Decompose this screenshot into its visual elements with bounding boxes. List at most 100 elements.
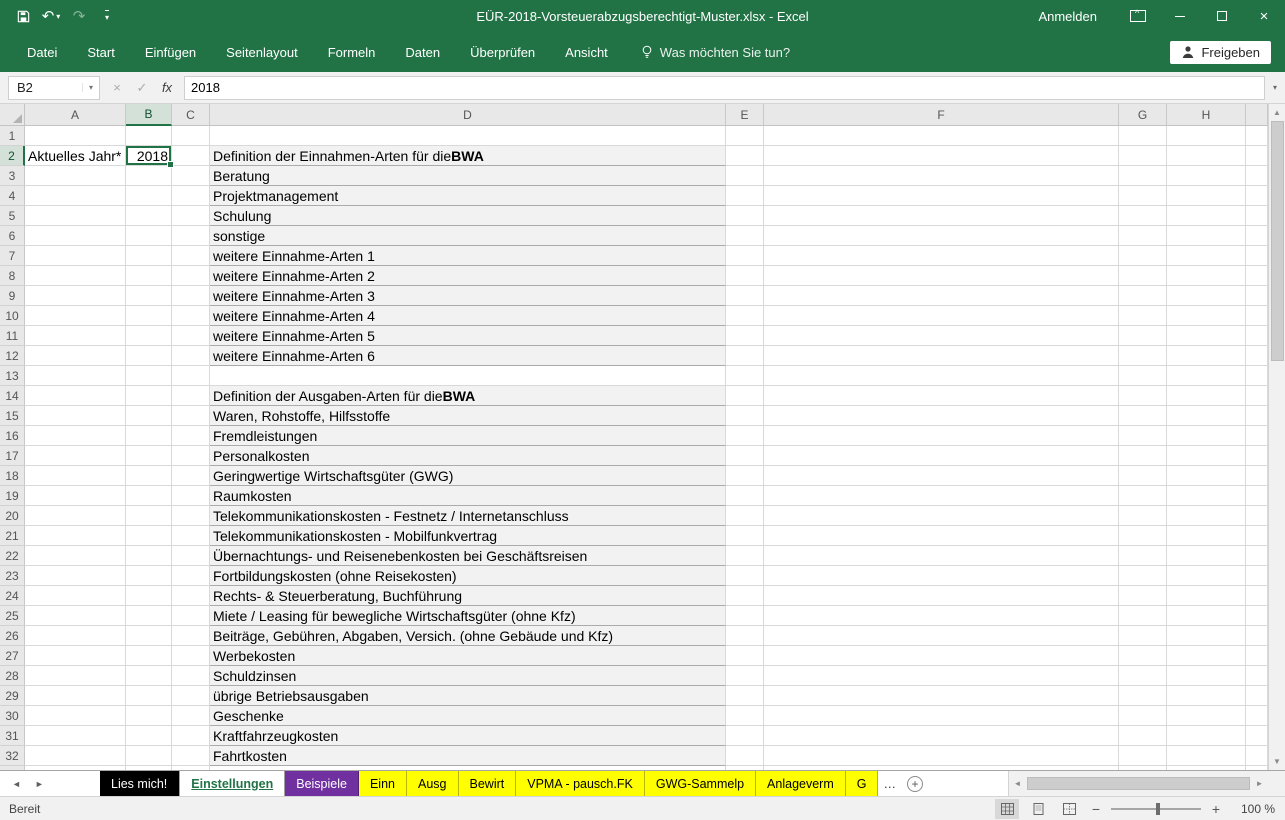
cell-a3[interactable]	[25, 166, 126, 186]
ribbon-tab-datei[interactable]: Datei	[12, 32, 72, 72]
cell-g12[interactable]	[1119, 346, 1167, 366]
ribbon-tab-start[interactable]: Start	[72, 32, 129, 72]
ribbon-tab-seitenlayout[interactable]: Seitenlayout	[211, 32, 313, 72]
cell-a16[interactable]	[25, 426, 126, 446]
cell-partial-14[interactable]	[1246, 386, 1268, 406]
cell-e4[interactable]	[726, 186, 764, 206]
row-header-10[interactable]: 10	[0, 306, 25, 326]
cell-d14[interactable]: Definition der Ausgaben-Arten für die BW…	[210, 386, 726, 406]
cell-g31[interactable]	[1119, 726, 1167, 746]
tell-me-box[interactable]: Was möchten Sie tun?	[641, 45, 790, 60]
cancel-button[interactable]: ×	[106, 80, 128, 95]
row-header-28[interactable]: 28	[0, 666, 25, 686]
cell-c30[interactable]	[172, 706, 210, 726]
row-header-29[interactable]: 29	[0, 686, 25, 706]
cell-h23[interactable]	[1167, 566, 1246, 586]
cell-b30[interactable]	[126, 706, 172, 726]
row-header-8[interactable]: 8	[0, 266, 25, 286]
cell-f7[interactable]	[764, 246, 1119, 266]
cell-c17[interactable]	[172, 446, 210, 466]
cell-c28[interactable]	[172, 666, 210, 686]
cell-h14[interactable]	[1167, 386, 1246, 406]
cell-f2[interactable]	[764, 146, 1119, 166]
cell-h19[interactable]	[1167, 486, 1246, 506]
cell-e3[interactable]	[726, 166, 764, 186]
cell-c31[interactable]	[172, 726, 210, 746]
row-header-4[interactable]: 4	[0, 186, 25, 206]
cell-g30[interactable]	[1119, 706, 1167, 726]
cell-b16[interactable]	[126, 426, 172, 446]
cell-g3[interactable]	[1119, 166, 1167, 186]
formula-bar-expand-button[interactable]: ▾	[1265, 83, 1285, 92]
cell-d8[interactable]: weitere Einnahme-Arten 2	[210, 266, 726, 286]
cell-b17[interactable]	[126, 446, 172, 466]
cell-e15[interactable]	[726, 406, 764, 426]
redo-button[interactable]: ↷	[66, 3, 92, 29]
cell-b10[interactable]	[126, 306, 172, 326]
cell-partial-20[interactable]	[1246, 506, 1268, 526]
cell-c14[interactable]	[172, 386, 210, 406]
cell-b12[interactable]	[126, 346, 172, 366]
cell-partial-25[interactable]	[1246, 606, 1268, 626]
cell-c10[interactable]	[172, 306, 210, 326]
cell-g19[interactable]	[1119, 486, 1167, 506]
cell-e12[interactable]	[726, 346, 764, 366]
row-header-31[interactable]: 31	[0, 726, 25, 746]
zoom-slider-handle[interactable]	[1156, 803, 1160, 815]
cell-f22[interactable]	[764, 546, 1119, 566]
cell-a28[interactable]	[25, 666, 126, 686]
cell-e18[interactable]	[726, 466, 764, 486]
maximize-button[interactable]	[1201, 0, 1243, 32]
cell-e8[interactable]	[726, 266, 764, 286]
cell-e31[interactable]	[726, 726, 764, 746]
cell-h22[interactable]	[1167, 546, 1246, 566]
cell-d10[interactable]: weitere Einnahme-Arten 4	[210, 306, 726, 326]
cell-e28[interactable]	[726, 666, 764, 686]
cell-d13[interactable]	[210, 366, 726, 386]
cell-h20[interactable]	[1167, 506, 1246, 526]
zoom-slider[interactable]	[1111, 808, 1201, 810]
cell-b6[interactable]	[126, 226, 172, 246]
cell-a2[interactable]: Aktuelles Jahr*	[25, 146, 126, 166]
cell-c18[interactable]	[172, 466, 210, 486]
zoom-in-button[interactable]: +	[1208, 801, 1224, 817]
cell-f20[interactable]	[764, 506, 1119, 526]
cell-f1[interactable]	[764, 126, 1119, 146]
cell-h5[interactable]	[1167, 206, 1246, 226]
cell-d11[interactable]: weitere Einnahme-Arten 5	[210, 326, 726, 346]
cell-c13[interactable]	[172, 366, 210, 386]
cell-g21[interactable]	[1119, 526, 1167, 546]
cell-a30[interactable]	[25, 706, 126, 726]
cell-a31[interactable]	[25, 726, 126, 746]
cell-c22[interactable]	[172, 546, 210, 566]
cell-c29[interactable]	[172, 686, 210, 706]
cell-d3[interactable]: Beratung	[210, 166, 726, 186]
cell-b9[interactable]	[126, 286, 172, 306]
cell-c7[interactable]	[172, 246, 210, 266]
cell-d4[interactable]: Projektmanagement	[210, 186, 726, 206]
cell-partial-13[interactable]	[1246, 366, 1268, 386]
cell-d24[interactable]: Rechts- & Steuerberatung, Buchführung	[210, 586, 726, 606]
cell-c2[interactable]	[172, 146, 210, 166]
cell-g6[interactable]	[1119, 226, 1167, 246]
cell-a6[interactable]	[25, 226, 126, 246]
cell-d5[interactable]: Schulung	[210, 206, 726, 226]
cell-a10[interactable]	[25, 306, 126, 326]
row-header-22[interactable]: 22	[0, 546, 25, 566]
cell-partial-21[interactable]	[1246, 526, 1268, 546]
cell-c24[interactable]	[172, 586, 210, 606]
cell-e27[interactable]	[726, 646, 764, 666]
cell-h7[interactable]	[1167, 246, 1246, 266]
cell-g17[interactable]	[1119, 446, 1167, 466]
cell-f5[interactable]	[764, 206, 1119, 226]
cell-a20[interactable]	[25, 506, 126, 526]
cell-a25[interactable]	[25, 606, 126, 626]
vertical-scrollbar-thumb[interactable]	[1271, 121, 1284, 361]
cell-a21[interactable]	[25, 526, 126, 546]
cell-h1[interactable]	[1167, 126, 1246, 146]
cell-c3[interactable]	[172, 166, 210, 186]
scroll-right-icon[interactable]: ►	[1251, 771, 1268, 796]
cell-f9[interactable]	[764, 286, 1119, 306]
cell-d29[interactable]: übrige Betriebsausgaben	[210, 686, 726, 706]
cell-h25[interactable]	[1167, 606, 1246, 626]
